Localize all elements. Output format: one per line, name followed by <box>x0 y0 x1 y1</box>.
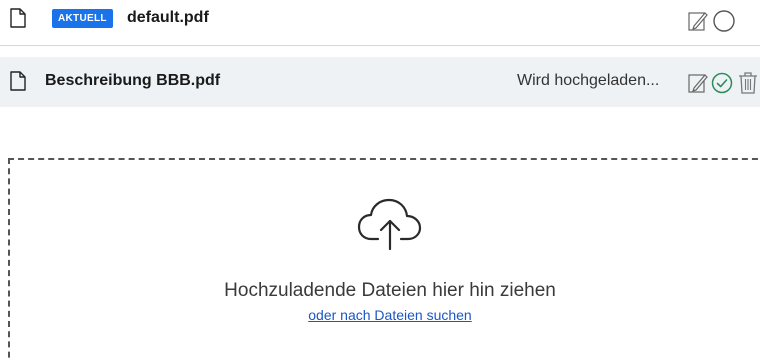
file-drop-zone[interactable] <box>8 158 760 361</box>
cloud-upload-icon <box>357 198 422 251</box>
check-circle-icon[interactable] <box>711 72 733 94</box>
pencil-edit-icon[interactable] <box>688 72 708 94</box>
upload-status-text: Wird hochgeladen... <box>517 72 660 89</box>
file-icon <box>10 8 26 28</box>
file-name: Beschreibung BBB.pdf <box>45 72 221 89</box>
file-row-uploading: Beschreibung BBB.pdf Wird hochgeladen... <box>0 57 760 107</box>
current-badge: AKTUELL <box>52 9 113 28</box>
file-upload-panel: AKTUELL default.pdf Beschreibung BBB.pdf… <box>0 0 760 361</box>
pencil-edit-icon[interactable] <box>688 10 708 32</box>
circle-icon[interactable] <box>712 9 736 33</box>
file-icon <box>10 71 26 91</box>
browse-files-link[interactable]: oder nach Dateien suchen <box>0 307 760 323</box>
trash-icon[interactable] <box>738 71 758 95</box>
drop-instruction: Hochzuladende Dateien hier hin ziehen <box>224 280 556 301</box>
file-name: default.pdf <box>127 9 209 26</box>
file-row-current: AKTUELL default.pdf <box>0 0 760 46</box>
